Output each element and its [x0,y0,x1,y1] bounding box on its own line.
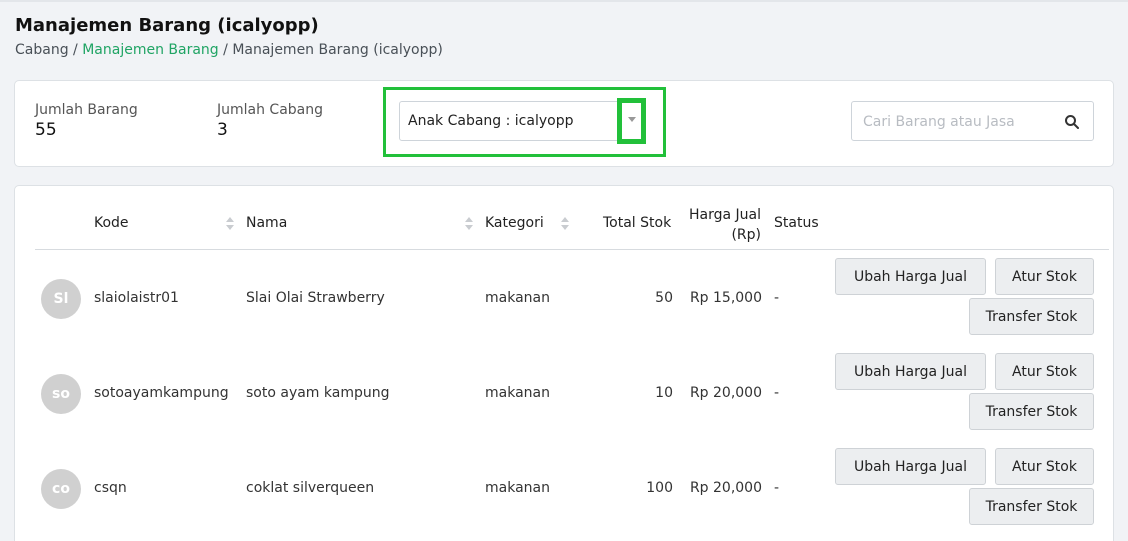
cell-status: - [774,480,780,496]
atur-stok-button[interactable]: Atur Stok [995,353,1094,390]
cell-harga-jual: Rp 20,000 [689,385,762,401]
top-border [0,0,1128,2]
cell-kategori: makanan [485,385,550,401]
col-header-kode[interactable]: Kode [94,215,129,231]
dropdown-toggle[interactable] [617,98,646,144]
cell-nama: soto ayam kampung [246,385,390,401]
atur-stok-button[interactable]: Atur Stok [995,258,1094,295]
jumlah-barang-value: 55 [35,120,57,140]
avatar: co [41,469,81,509]
ubah-harga-jual-button[interactable]: Ubah Harga Jual [835,258,986,295]
cell-harga-jual: Rp 20,000 [689,480,762,496]
cell-kode: slaiolaistr01 [94,290,179,306]
cell-kategori: makanan [485,480,550,496]
ubah-harga-jual-button[interactable]: Ubah Harga Jual [835,353,986,390]
col-header-status[interactable]: Status [774,215,819,231]
caret-down-icon [628,117,636,122]
sort-icon[interactable] [561,217,569,231]
avatar: Sl [41,279,81,319]
cell-harga-jual: Rp 15,000 [689,290,762,306]
transfer-stok-button[interactable]: Transfer Stok [969,488,1094,525]
search-icon[interactable] [1064,114,1080,130]
breadcrumb: Cabang / Manajemen Barang / Manajemen Ba… [15,42,443,58]
cell-nama: Slai Olai Strawberry [246,290,385,306]
ubah-harga-jual-button[interactable]: Ubah Harga Jual [835,448,986,485]
search-box [851,101,1094,141]
summary-card: Jumlah Barang 55 Jumlah Cabang 3 Anak Ca… [14,80,1114,167]
cell-status: - [774,385,780,401]
sort-icon[interactable] [465,217,473,231]
col-header-harga-jual[interactable]: Harga Jual (Rp) [675,205,761,245]
sort-icon[interactable] [226,217,234,231]
cell-kategori: makanan [485,290,550,306]
anak-cabang-selected: Anak Cabang : icalyopp [408,113,574,129]
breadcrumb-sep: / [73,42,78,58]
cell-total-stok: 100 [646,480,673,496]
breadcrumb-manajemen-barang[interactable]: Manajemen Barang [82,42,218,58]
jumlah-barang-stat: Jumlah Barang 55 [35,102,138,140]
cell-total-stok: 50 [655,290,673,306]
cell-nama: coklat silverqueen [246,480,375,496]
search-input[interactable] [863,112,1053,132]
jumlah-cabang-stat: Jumlah Cabang 3 [217,102,323,140]
col-header-harga-jual-line1: Harga Jual [688,207,761,223]
anak-cabang-select[interactable]: Anak Cabang : icalyopp [399,101,645,141]
table-card: Kode Nama Kategori Total Stok Harga Jual… [14,185,1114,541]
jumlah-cabang-value: 3 [217,120,228,140]
col-header-kategori[interactable]: Kategori [485,215,544,231]
col-header-nama[interactable]: Nama [246,215,287,231]
col-header-harga-jual-line2: (Rp) [731,227,761,243]
breadcrumb-current: Manajemen Barang (icalyopp) [232,42,443,58]
page-title: Manajemen Barang (icalyopp) [15,15,319,36]
jumlah-barang-label: Jumlah Barang [35,102,138,118]
cell-kode: csqn [94,480,127,496]
cell-total-stok: 10 [655,385,673,401]
header-divider [35,249,1109,250]
breadcrumb-cabang[interactable]: Cabang [15,42,69,58]
breadcrumb-sep: / [223,42,228,58]
avatar: so [41,374,81,414]
cell-status: - [774,290,780,306]
jumlah-cabang-label: Jumlah Cabang [217,102,324,118]
transfer-stok-button[interactable]: Transfer Stok [969,393,1094,430]
col-header-total-stok[interactable]: Total Stok [603,215,671,231]
cell-kode: sotoayamkampung [94,385,229,401]
transfer-stok-button[interactable]: Transfer Stok [969,298,1094,335]
atur-stok-button[interactable]: Atur Stok [995,448,1094,485]
